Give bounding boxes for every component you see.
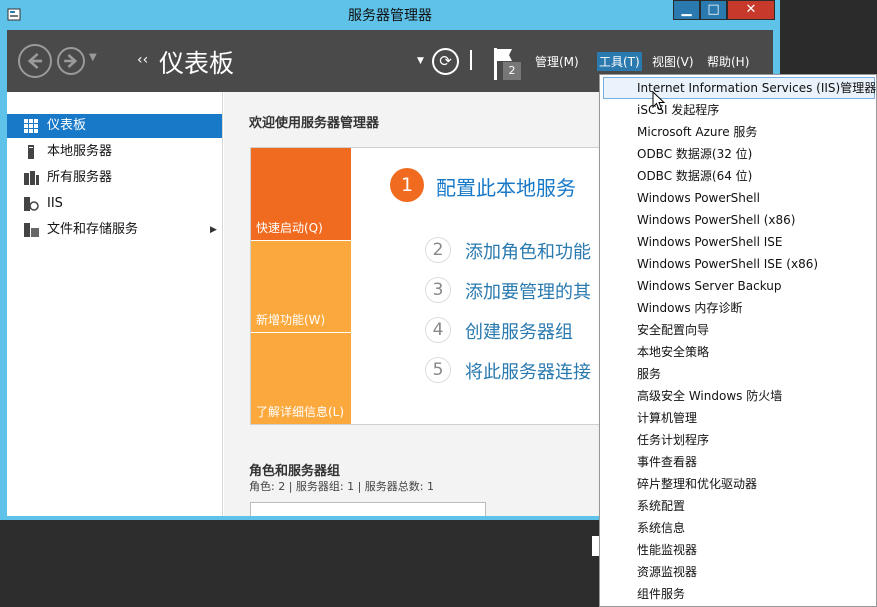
tools-menu-item[interactable]: 资源监视器 — [600, 561, 876, 583]
forward-arrow-icon[interactable] — [57, 47, 85, 75]
sidebar-item-all-servers[interactable]: 所有服务器 — [7, 166, 222, 190]
expand-chevron-icon[interactable]: ▶ — [210, 218, 217, 242]
menu-tools[interactable]: 工具(T) — [597, 52, 642, 71]
history-dropdown-icon[interactable]: ▼ — [89, 52, 97, 63]
menu-manage[interactable]: 管理(M) — [535, 53, 579, 70]
server-icon — [28, 145, 34, 159]
roles-section-title: 角色和服务器组 — [249, 464, 341, 479]
step-number: 4 — [425, 317, 451, 343]
sidebar-item-label: IIS — [47, 196, 63, 211]
tools-menu-item[interactable]: Windows Server Backup — [600, 275, 876, 297]
tile-label: 了解详细信息(L) — [256, 405, 345, 419]
back-arrow-icon[interactable] — [18, 44, 52, 78]
tools-dropdown-menu: Internet Information Services (IIS)管理器 iS… — [599, 74, 877, 607]
tools-menu-item[interactable]: ODBC 数据源(64 位) — [600, 165, 876, 187]
close-button[interactable]: ✕ — [727, 0, 775, 20]
tools-menu-item[interactable]: 高级安全 Windows 防火墙 — [600, 385, 876, 407]
tools-menu-item[interactable]: 组件服务 — [600, 583, 876, 605]
sidebar-item-file-storage[interactable]: 文件和存储服务 ▶ — [7, 218, 222, 242]
tools-menu-item[interactable]: 本地安全策略 — [600, 341, 876, 363]
tools-menu-item[interactable]: Windows PowerShell ISE (x86) — [600, 253, 876, 275]
tools-menu-item[interactable]: 任务计划程序 — [600, 429, 876, 451]
breadcrumb-dropdown-icon[interactable]: ▼ — [417, 56, 424, 66]
step-number: 3 — [425, 277, 451, 303]
menu-view[interactable]: 视图(V) — [652, 53, 694, 70]
sidebar-item-dashboard[interactable]: 仪表板 — [7, 114, 222, 138]
step-number: 1 — [390, 168, 424, 202]
window-title: 服务器管理器 — [348, 8, 432, 24]
menu-help[interactable]: 帮助(H) — [707, 53, 749, 70]
tools-menu-item[interactable]: 系统配置 — [600, 495, 876, 517]
tools-menu-item[interactable]: 性能监视器 — [600, 539, 876, 561]
desktop-background: 服务器管理器 ▁ □ ✕ ▼ ‹‹ 仪表板 ▼ ⟳ 2 管理(M) 工具(T) … — [0, 0, 877, 607]
tile-learn-more[interactable]: 了解详细信息(L) — [251, 332, 351, 424]
step-link-connect-cloud[interactable]: 将此服务器连接 — [465, 358, 591, 384]
tools-menu-item[interactable]: Windows PowerShell (x86) — [600, 209, 876, 231]
tools-menu-item[interactable]: 事件查看器 — [600, 451, 876, 473]
refresh-icon[interactable]: ⟳ — [432, 48, 459, 75]
tools-menu-item[interactable]: Windows PowerShell ISE — [600, 231, 876, 253]
maximize-button[interactable]: □ — [700, 0, 727, 20]
tools-menu-item[interactable]: 服务 — [600, 363, 876, 385]
tools-menu-item[interactable]: 碎片整理和优化驱动器 — [600, 473, 876, 495]
file-storage-icon — [24, 223, 39, 237]
minimize-button[interactable]: ▁ — [673, 0, 700, 20]
tools-menu-item[interactable]: 系统信息 — [600, 517, 876, 539]
sidebar-item-label: 文件和存储服务 — [47, 222, 139, 237]
breadcrumb-title: 仪表板 — [159, 49, 235, 78]
tools-menu-item[interactable]: 计算机管理 — [600, 407, 876, 429]
tools-menu-item[interactable]: iSCSI 发起程序 — [600, 99, 876, 121]
dashboard-icon — [24, 119, 38, 133]
notification-count-badge: 2 — [503, 62, 521, 80]
tools-menu-item[interactable]: Microsoft Azure 服务 — [600, 121, 876, 143]
title-bar[interactable]: 服务器管理器 ▁ □ ✕ — [0, 0, 780, 30]
sidebar-item-label: 所有服务器 — [47, 170, 113, 185]
sidebar-item-local-server[interactable]: 本地服务器 — [7, 140, 222, 164]
tools-menu-item[interactable]: Windows 内存诊断 — [600, 297, 876, 319]
iis-icon — [24, 197, 39, 211]
sidebar-item-label: 仪表板 — [47, 118, 87, 133]
roles-tile[interactable] — [250, 502, 486, 516]
tools-menu-item[interactable]: ODBC 数据源(32 位) — [600, 143, 876, 165]
step-link-add-servers[interactable]: 添加要管理的其 — [465, 278, 591, 304]
toolbar-separator — [470, 50, 472, 70]
servers-icon — [24, 171, 39, 185]
step-number: 2 — [425, 237, 451, 263]
sidebar-item-iis[interactable]: IIS — [7, 192, 222, 216]
breadcrumb-chevrons: ‹‹ — [137, 52, 149, 68]
roles-summary: 角色: 2 | 服务器组: 1 | 服务器总数: 1 — [249, 480, 435, 493]
tile-whats-new[interactable]: 新增功能(W) — [251, 240, 351, 332]
step-link-create-group[interactable]: 创建服务器组 — [465, 318, 573, 344]
welcome-title: 欢迎使用服务器管理器 — [249, 116, 380, 131]
tools-menu-item[interactable]: Windows PowerShell — [600, 187, 876, 209]
tile-label: 快速启动(Q) — [256, 221, 323, 235]
welcome-panel: 快速启动(Q) 新增功能(W) 了解详细信息(L) 1 配置此本地服务 2 添加… — [250, 147, 610, 425]
sidebar-item-label: 本地服务器 — [47, 144, 113, 159]
mouse-cursor-icon — [652, 91, 665, 111]
tile-quick-start[interactable]: 快速启动(Q) — [251, 148, 351, 240]
step-link-configure[interactable]: 配置此本地服务 — [436, 172, 576, 201]
step-number: 5 — [425, 357, 451, 383]
tools-menu-item[interactable]: 安全配置向导 — [600, 319, 876, 341]
tools-menu-item[interactable]: Internet Information Services (IIS)管理器 — [603, 77, 876, 99]
tile-label: 新增功能(W) — [256, 313, 326, 327]
sidebar: 仪表板 本地服务器 所有服务器 IIS 文件和存储服务 ▶ — [7, 92, 223, 516]
step-link-add-roles[interactable]: 添加角色和功能 — [465, 238, 591, 264]
